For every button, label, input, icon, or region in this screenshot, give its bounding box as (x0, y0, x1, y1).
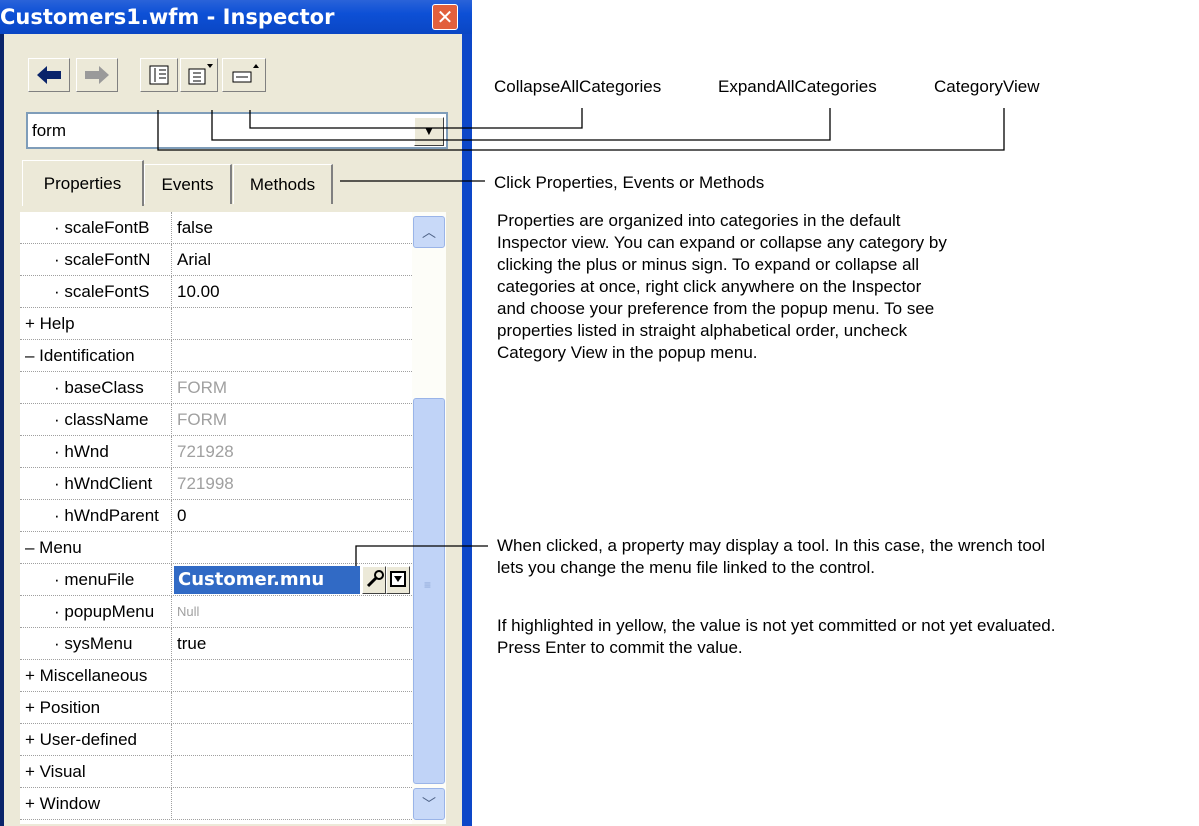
tool-paragraph-line: When clicked, a property may display a t… (497, 536, 1046, 555)
collapse-all-callout-line (249, 108, 583, 129)
collapse-all-label: CollapseAllCategories (494, 77, 662, 96)
categories-paragraph-line: clicking the plus or minus sign. To expa… (497, 255, 920, 274)
yellow-paragraph-line: If highlighted in yellow, the value is n… (497, 616, 1056, 635)
categories-paragraph-line: Properties are organized into categories… (497, 211, 901, 230)
expand-all-callout-line (211, 108, 831, 141)
categories-paragraph-line: categories at once, right click anywhere… (497, 277, 922, 296)
categories-paragraph-line: Category View in the popup menu. (497, 343, 758, 362)
wrench-callout-line (355, 545, 488, 566)
tabs-hint: Click Properties, Events or Methods (494, 173, 765, 192)
category-view-callout-line (157, 108, 1005, 151)
callout-lines (157, 108, 1005, 566)
categories-paragraph-line: and choose your preference from the popu… (497, 299, 935, 318)
categories-paragraph-line: properties listed in straight alphabetic… (497, 321, 908, 340)
expand-all-label: ExpandAllCategories (718, 77, 877, 96)
yellow-paragraph-line: Press Enter to commit the value. (497, 638, 743, 657)
tool-paragraph-line: lets you change the menu file linked to … (497, 558, 876, 577)
category-view-label: CategoryView (934, 77, 1040, 96)
categories-paragraph-line: Inspector view. You can expand or collap… (497, 233, 947, 252)
